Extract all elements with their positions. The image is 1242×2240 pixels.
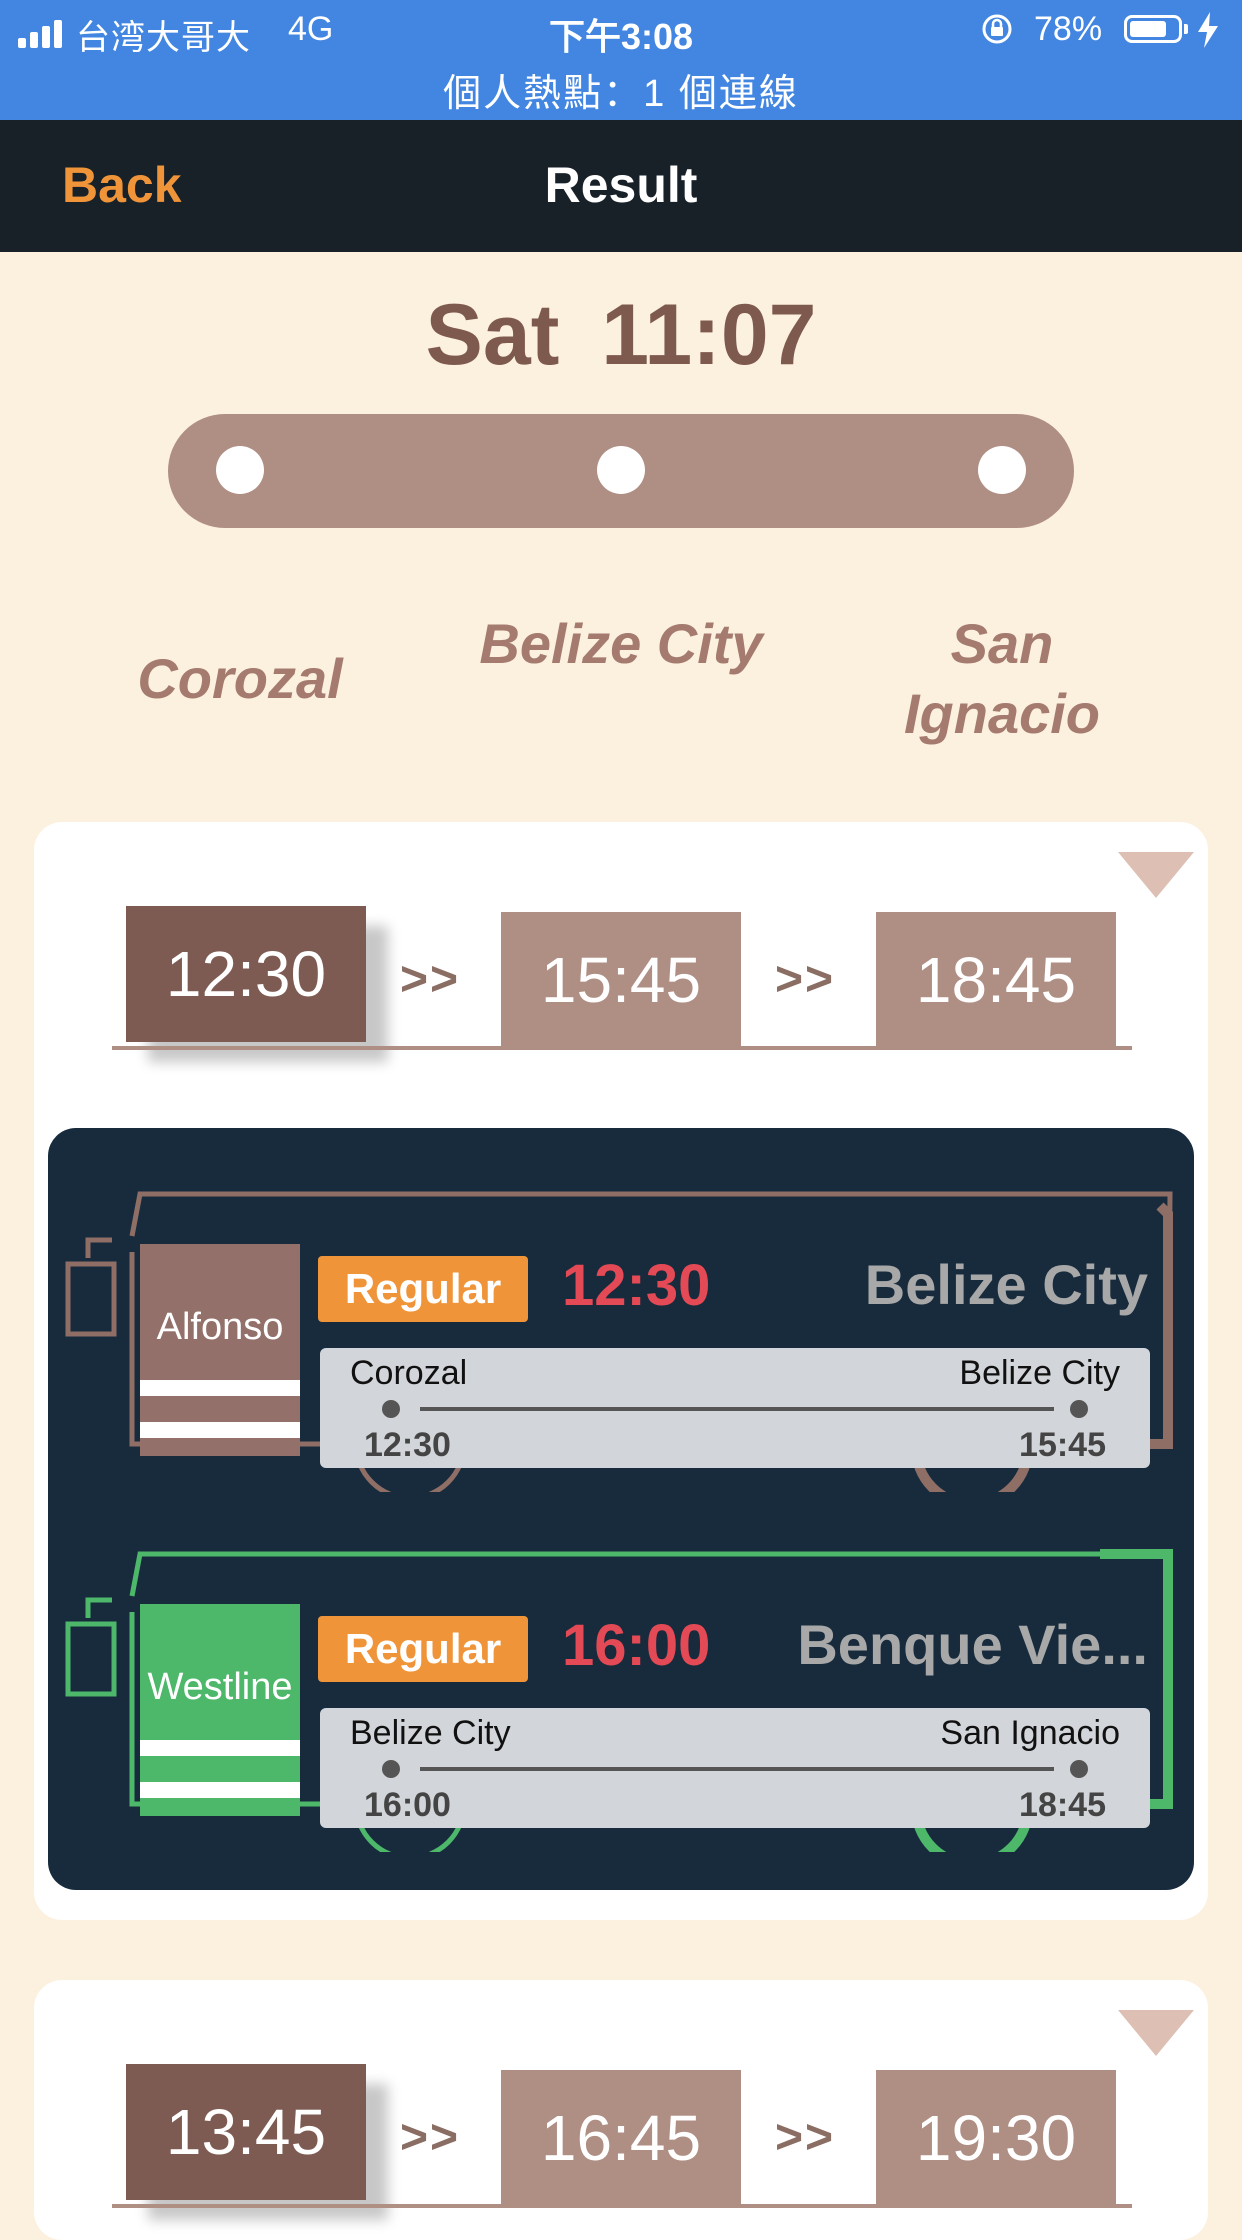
fare-type-badge: Regular: [318, 1616, 528, 1682]
result-card[interactable]: 12:30 >> 15:45 >> 18:45 Alfonso Regular …: [34, 822, 1208, 1920]
trip-legs-panel: Alfonso Regular 12:30 Belize City Coroza…: [48, 1128, 1194, 1890]
trip-leg[interactable]: Westline Regular 16:00 Benque Vie... Bel…: [48, 1532, 1194, 1852]
leg-start-dot: [382, 1760, 400, 1778]
leg-from-stop: Belize City: [350, 1714, 511, 1752]
bus-company-badge: Alfonso: [140, 1244, 300, 1456]
time-separator: >>: [775, 953, 836, 1006]
arrival-time-box: 19:30: [876, 2070, 1116, 2206]
leg-end-dot: [1070, 1400, 1088, 1418]
battery-percentage: 78%: [1034, 10, 1103, 48]
fare-type-badge: Regular: [318, 1256, 528, 1322]
times-underline: [112, 2204, 1132, 2208]
leg-end-dot: [1070, 1760, 1088, 1778]
leg-arr-time: 18:45: [1019, 1786, 1106, 1824]
leg-departure-time: 16:00: [562, 1613, 711, 1678]
bus-company-name: Westline: [147, 1666, 293, 1708]
bus-company-badge: Westline: [140, 1604, 300, 1816]
leg-start-dot: [382, 1400, 400, 1418]
leg-to-stop: Belize City: [959, 1354, 1120, 1392]
collapse-arrow-icon[interactable]: [1118, 852, 1194, 898]
time-separator: >>: [400, 2111, 461, 2164]
stop-name-transfer-text: Belize City: [479, 612, 763, 675]
page-title: Result: [544, 157, 698, 213]
transfer-time-box: 15:45: [501, 912, 741, 1048]
time-separator: >>: [775, 2111, 836, 2164]
badge-stripe: [140, 1422, 300, 1438]
leg-dep-time: 16:00: [364, 1786, 451, 1824]
bus-company-name: Alfonso: [156, 1306, 284, 1348]
leg-dep-time: 12:30: [364, 1426, 451, 1464]
charging-bolt-icon: [1198, 12, 1218, 48]
stop-name-transfer: Belize City: [471, 609, 771, 679]
trip-leg[interactable]: Alfonso Regular 12:30 Belize City Coroza…: [48, 1172, 1194, 1492]
leg-departure-time: 12:30: [562, 1253, 711, 1318]
stop-name-destination: San Ignacio: [852, 609, 1152, 749]
result-card[interactable]: 13:45 >> 16:45 >> 19:30: [34, 1980, 1208, 2240]
rotation-lock-icon: [982, 14, 1012, 44]
leg-to-stop: San Ignacio: [940, 1714, 1120, 1752]
expand-arrow-icon[interactable]: [1118, 2010, 1194, 2056]
badge-stripe: [140, 1740, 300, 1756]
transfer-time-box: 16:45: [501, 2070, 741, 2206]
leg-route-line: [420, 1407, 1054, 1411]
stop-name-destination-text: San Ignacio: [903, 612, 1101, 745]
leg-from-stop: Corozal: [350, 1354, 468, 1392]
search-time: 11:07: [601, 287, 817, 383]
leg-route-line: [420, 1767, 1054, 1771]
navigation-bar: Back Result: [0, 120, 1242, 252]
times-underline: [112, 1046, 1132, 1050]
arrival-time-box: 18:45: [876, 912, 1116, 1048]
stop-name-origin: Corozal: [137, 647, 343, 710]
route-stops-bar: [168, 414, 1074, 528]
time-separator: >>: [400, 953, 461, 1006]
battery-icon: [1124, 15, 1182, 43]
status-bar: 台湾大哥大 4G 下午3:08 78% 個人熱點：1 個連線: [0, 0, 1242, 120]
hotspot-banner[interactable]: 個人熱點：1 個連線: [0, 62, 1242, 117]
badge-stripe: [140, 1380, 300, 1396]
search-day: Sat: [425, 287, 560, 383]
search-datetime: Sat 11:07: [0, 286, 1242, 385]
battery-tip: [1184, 24, 1188, 34]
stop-dot-transfer: [597, 446, 645, 494]
stop-dot-origin: [216, 446, 264, 494]
leg-arr-time: 15:45: [1019, 1426, 1106, 1464]
badge-stripe: [140, 1782, 300, 1798]
stop-dot-destination: [978, 446, 1026, 494]
leg-destination: Benque Vie...: [797, 1613, 1148, 1676]
leg-route-info: Corozal Belize City 12:30 15:45: [320, 1348, 1150, 1468]
leg-route-info: Belize City San Ignacio 16:00 18:45: [320, 1708, 1150, 1828]
departure-time-box: 12:30: [126, 906, 366, 1042]
leg-destination: Belize City: [864, 1253, 1148, 1316]
departure-time-box: 13:45: [126, 2064, 366, 2200]
